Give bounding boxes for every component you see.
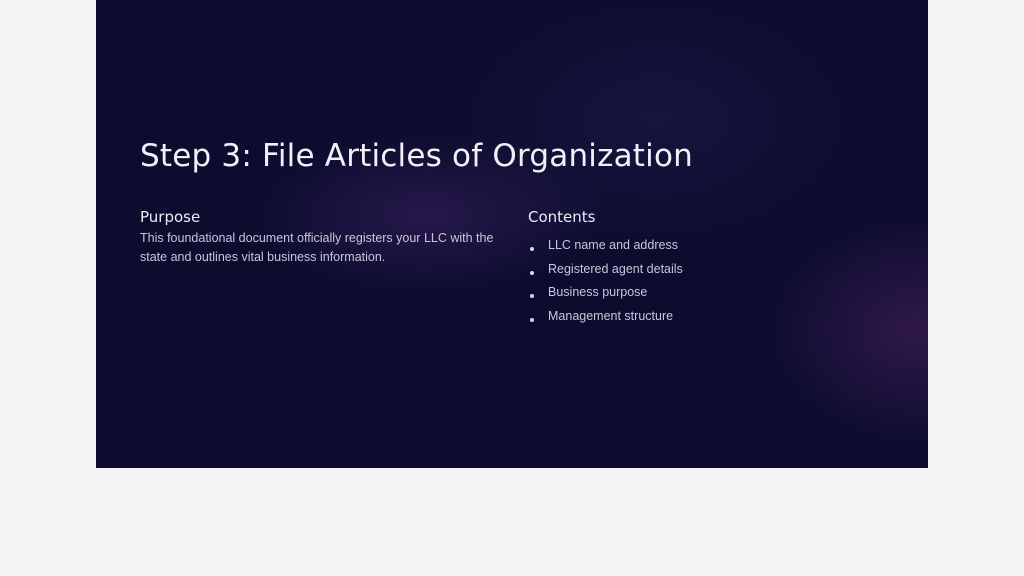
contents-heading: Contents <box>528 208 596 226</box>
list-item-text: Business purpose <box>548 285 648 300</box>
contents-section: Contents LLC name and address Registered… <box>528 207 828 328</box>
bullet-icon <box>530 318 534 323</box>
purpose-section: Purpose This foundational document offic… <box>140 207 500 267</box>
slide: Step 3: File Articles of Organization Pu… <box>96 0 928 468</box>
slide-title: Step 3: File Articles of Organization <box>140 138 693 174</box>
contents-list: LLC name and address Registered agent de… <box>528 233 828 328</box>
list-item-text: LLC name and address <box>548 237 678 252</box>
bullet-icon <box>530 294 534 299</box>
list-item-text: Management structure <box>548 308 674 323</box>
list-item: Management structure <box>528 304 828 328</box>
list-item-text: Registered agent details <box>548 261 683 276</box>
purpose-body: This foundational document officially re… <box>140 231 494 264</box>
list-item: LLC name and address <box>528 233 828 257</box>
list-item: Business purpose <box>528 280 828 304</box>
bullet-icon <box>530 270 534 275</box>
page: Step 3: File Articles of Organization Pu… <box>0 0 1024 576</box>
bullet-icon <box>530 247 534 251</box>
list-item: Registered agent details <box>528 257 828 281</box>
purpose-heading: Purpose <box>140 208 201 226</box>
